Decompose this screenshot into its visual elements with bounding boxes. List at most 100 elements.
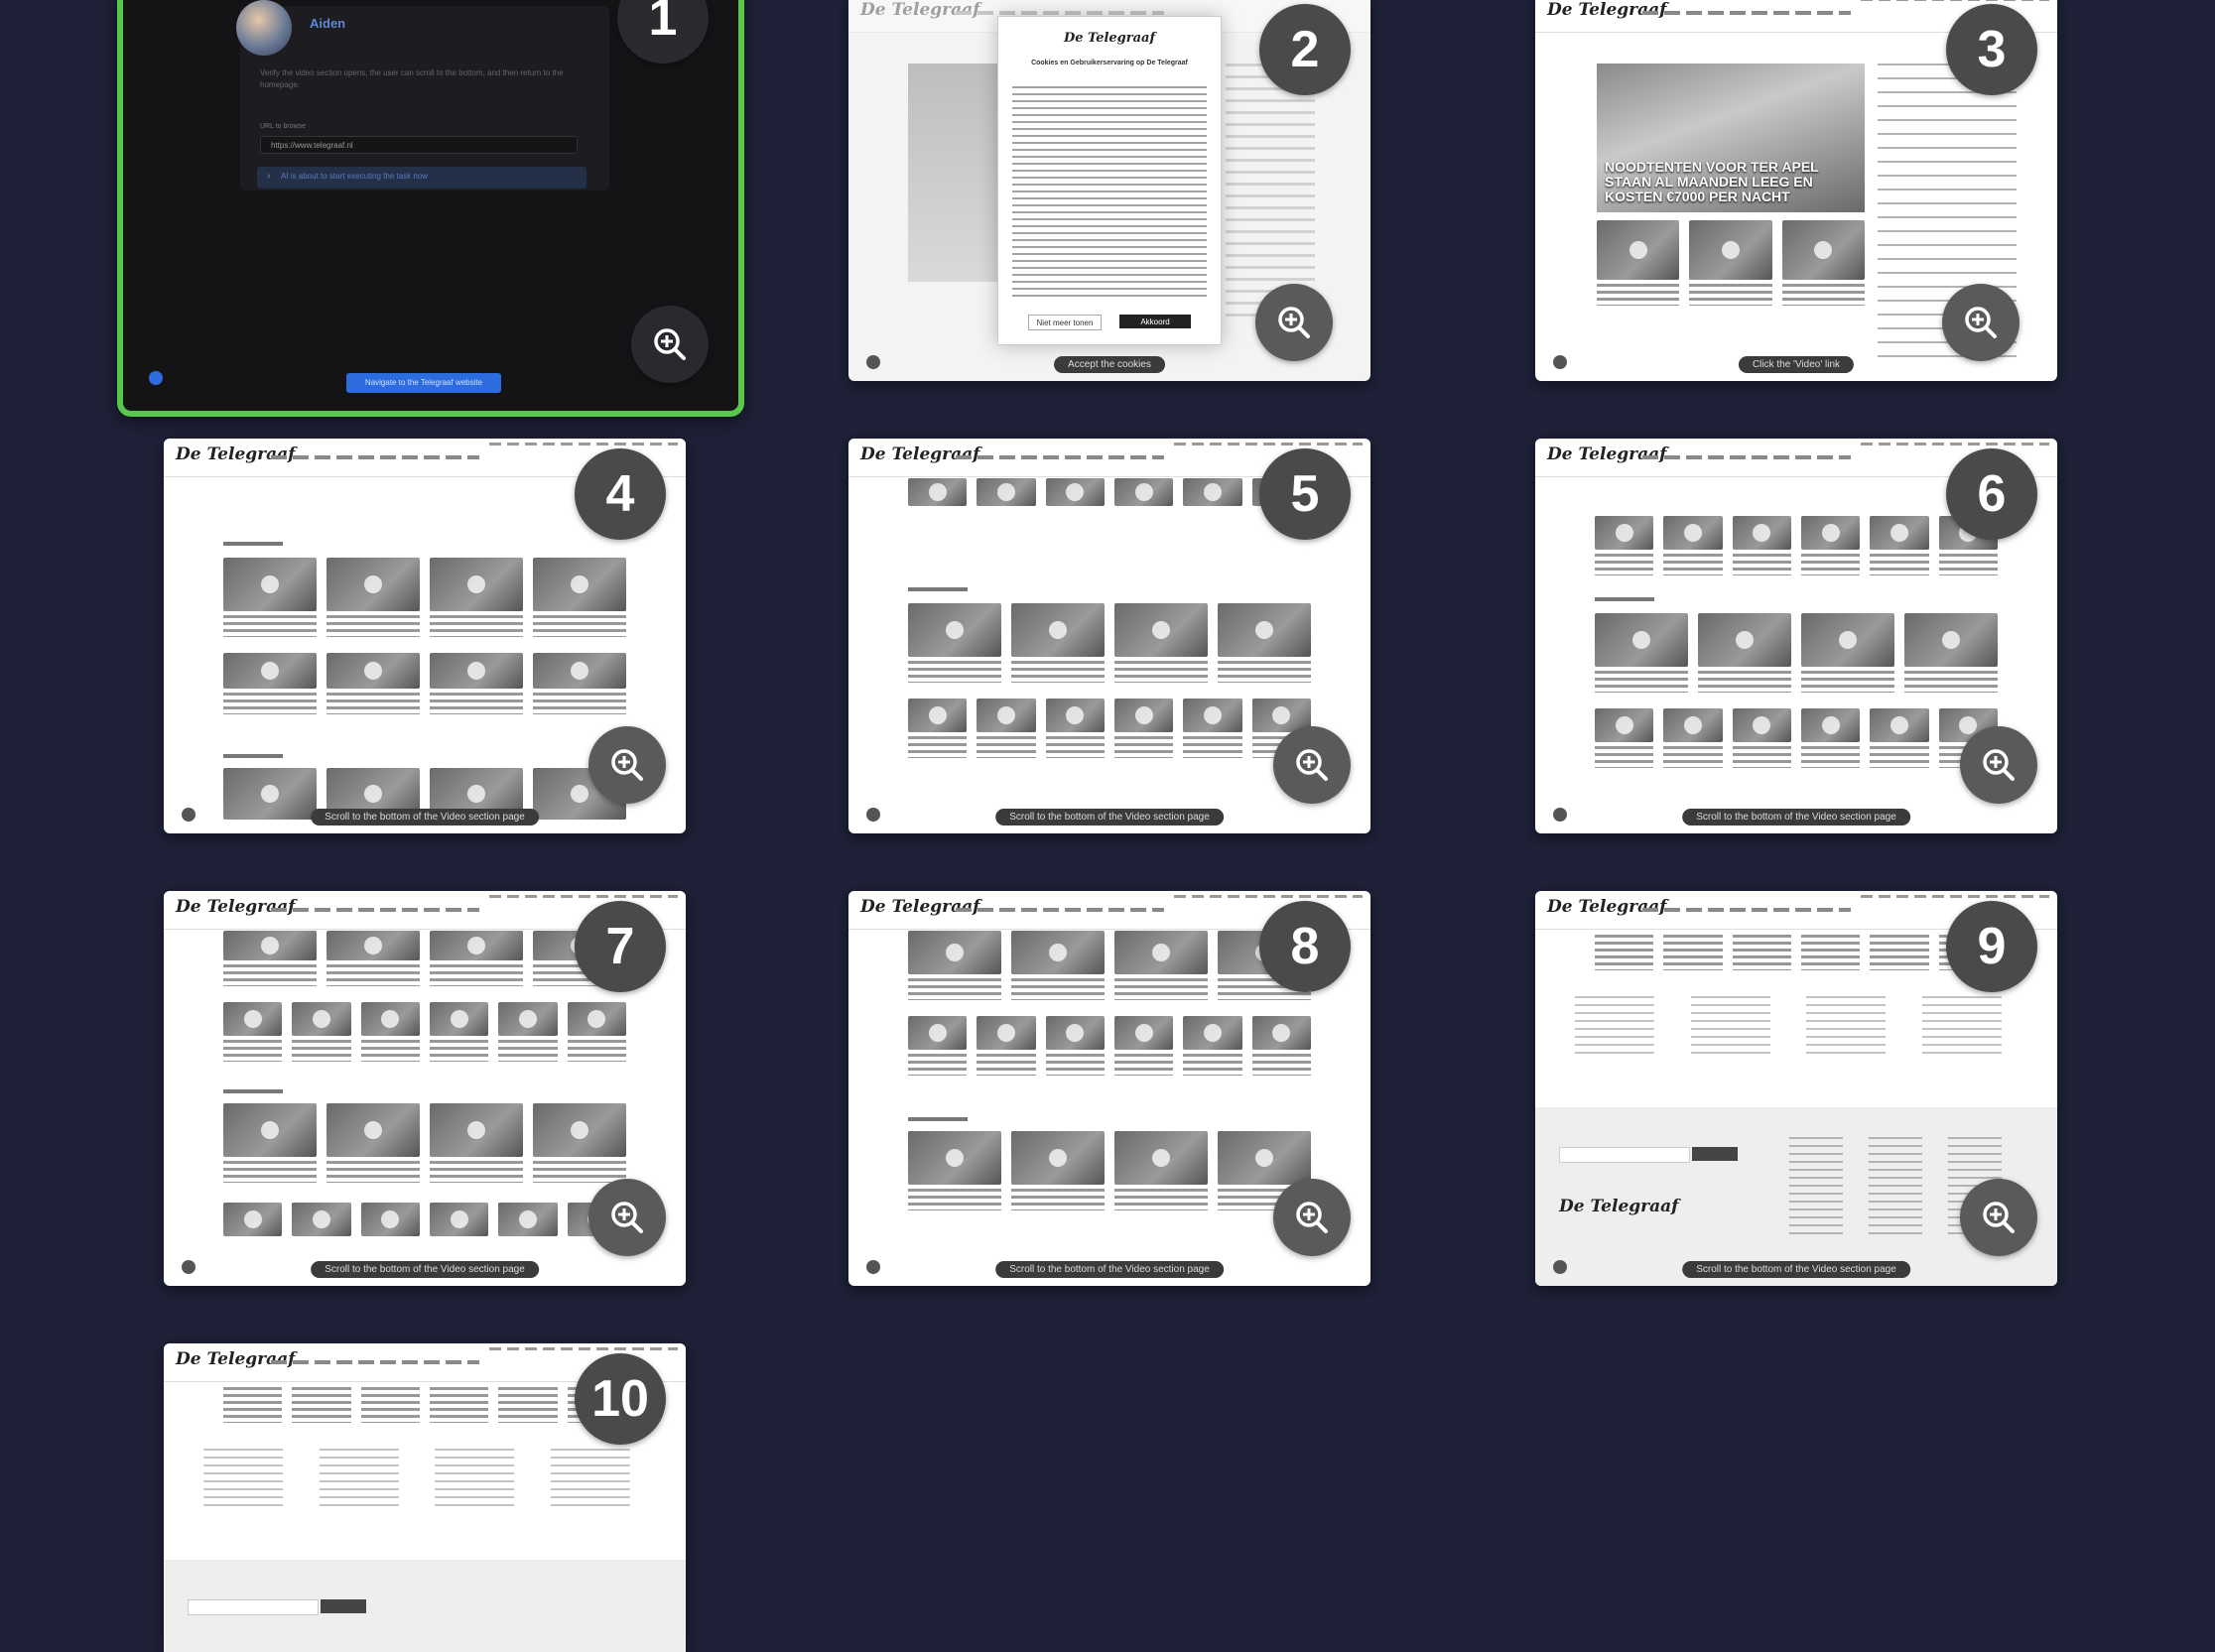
step-card-1[interactable]: Aiden Verify the video section opens, th…	[117, 0, 744, 417]
step-card-2[interactable]: De Telegraaf De Telegraaf Cookies en Geb…	[848, 0, 1370, 381]
step-number-badge: 2	[1259, 4, 1351, 95]
zoom-in-icon	[654, 328, 686, 360]
video-grid	[908, 603, 1311, 683]
modal-body-text	[1012, 86, 1207, 300]
reject-cookies-button[interactable]: Niet meer tonen	[1028, 315, 1102, 330]
step-status-text: AI is about to start executing the task …	[281, 172, 429, 181]
main-nav	[271, 908, 479, 912]
newsletter-input[interactable]	[188, 1599, 319, 1615]
newsletter-button[interactable]	[321, 1599, 366, 1613]
section-heading	[908, 1117, 968, 1121]
hero-headline: NOODTENTEN VOOR TER APEL STAAN AL MAANDE…	[1605, 159, 1819, 204]
accept-cookies-button[interactable]: Akkoord	[1119, 315, 1191, 328]
zoom-button[interactable]	[1960, 1179, 2037, 1256]
step-number-badge: 10	[575, 1353, 666, 1445]
status-dot-icon	[182, 808, 195, 822]
url-input[interactable]: https://www.telegraaf.nl	[260, 136, 578, 154]
video-grid	[908, 931, 1311, 1000]
site-footer	[164, 1560, 686, 1652]
step-status-label: Click the 'Video' link	[1738, 356, 1855, 373]
cookie-consent-modal: De Telegraaf Cookies en Gebruikerservari…	[997, 16, 1222, 345]
news-grid	[1597, 220, 1865, 306]
step-card-8[interactable]: De Telegraaf 8 Scroll to the bottom of t…	[848, 891, 1370, 1286]
video-grid	[223, 1103, 626, 1183]
step-card-10[interactable]: De Telegraaf 10	[164, 1343, 686, 1652]
zoom-in-icon	[611, 749, 643, 781]
newsletter-button[interactable]	[1692, 1147, 1738, 1161]
site-logo: De Telegraaf	[1547, 897, 1667, 917]
avatar	[236, 0, 292, 56]
main-nav	[956, 455, 1164, 459]
modal-subtitle: Cookies en Gebruikerservaring op De Tele…	[1031, 60, 1188, 66]
utility-nav	[1174, 443, 1363, 445]
section-heading	[1595, 597, 1654, 601]
step-card-3[interactable]: De Telegraaf NOODTENTEN VOOR TER APEL ST…	[1535, 0, 2057, 381]
agent-panel-inner: Aiden Verify the video section opens, th…	[236, 0, 609, 191]
step-number-badge: 8	[1259, 901, 1351, 992]
zoom-in-icon	[1296, 749, 1328, 781]
utility-nav	[1174, 895, 1363, 898]
main-nav	[956, 908, 1164, 912]
status-dot-icon	[1553, 355, 1567, 369]
zoom-button[interactable]	[1942, 284, 2020, 361]
video-grid	[908, 1016, 1311, 1076]
footer-logo: De Telegraaf	[1559, 1197, 1679, 1216]
main-nav	[271, 1360, 479, 1364]
main-nav	[956, 11, 1164, 15]
sidebar-list	[1226, 64, 1315, 321]
video-grid	[908, 1131, 1311, 1210]
section-heading	[908, 587, 968, 591]
site-logo: De Telegraaf	[176, 445, 296, 464]
zoom-button[interactable]	[1273, 726, 1351, 804]
step-card-7[interactable]: De Telegraaf 7 Scroll to the bottom of t…	[164, 891, 686, 1286]
zoom-button[interactable]	[1255, 284, 1333, 361]
url-label: URL to browse	[260, 123, 307, 130]
step-card-5[interactable]: De Telegraaf 5 Scroll to the bottom of t…	[848, 439, 1370, 833]
video-grid	[1595, 708, 1998, 768]
user-name: Aiden	[310, 16, 346, 31]
chevron-right-icon: ›	[267, 171, 271, 182]
step-card-6[interactable]: De Telegraaf 6 Scroll to the bottom of t…	[1535, 439, 2057, 833]
section-heading	[223, 542, 283, 546]
zoom-button[interactable]	[1273, 1179, 1351, 1256]
video-grid	[908, 699, 1311, 758]
navigate-button[interactable]: Navigate to the Telegraaf website	[346, 373, 501, 393]
video-grid	[223, 653, 626, 714]
main-nav	[271, 455, 479, 459]
video-grid	[1595, 613, 1998, 693]
status-dot-icon	[866, 355, 880, 369]
zoom-button[interactable]	[1960, 726, 2037, 804]
status-dot-icon	[182, 1260, 195, 1274]
step-card-4[interactable]: De Telegraaf 4 Scroll to the bottom of t…	[164, 439, 686, 833]
zoom-in-icon	[1965, 307, 1997, 338]
zoom-in-icon	[1278, 307, 1310, 338]
zoom-in-icon	[1296, 1202, 1328, 1233]
utility-nav	[489, 895, 678, 898]
main-nav	[1642, 908, 1851, 912]
zoom-button[interactable]	[631, 306, 709, 383]
footer-links	[1575, 990, 2018, 1089]
section-heading	[223, 1089, 283, 1093]
step-card-9[interactable]: De Telegraaf De Telegraaf 9 Scroll to th…	[1535, 891, 2057, 1286]
step-number-badge: 4	[575, 448, 666, 540]
video-grid	[223, 1203, 626, 1236]
step-status-label: Scroll to the bottom of the Video sectio…	[995, 809, 1224, 826]
video-grid	[1595, 516, 1998, 575]
zoom-button[interactable]	[588, 726, 666, 804]
step-status-label: Accept the cookies	[1054, 356, 1165, 373]
newsletter-input[interactable]	[1559, 1147, 1690, 1163]
step-status-row: › AI is about to start executing the tas…	[257, 167, 586, 189]
utility-nav	[1861, 0, 2049, 1]
step-number-badge: 1	[617, 0, 709, 64]
video-grid	[1595, 931, 1998, 970]
status-dot-icon	[866, 1260, 880, 1274]
hero-image	[908, 64, 997, 282]
step-number-badge: 5	[1259, 448, 1351, 540]
site-logo: De Telegraaf	[860, 897, 980, 917]
zoom-button[interactable]	[588, 1179, 666, 1256]
site-logo: De Telegraaf	[1547, 445, 1667, 464]
status-dot-icon	[1553, 808, 1567, 822]
site-logo: De Telegraaf	[860, 445, 980, 464]
utility-nav	[1861, 895, 2049, 898]
site-logo: De Telegraaf	[176, 897, 296, 917]
